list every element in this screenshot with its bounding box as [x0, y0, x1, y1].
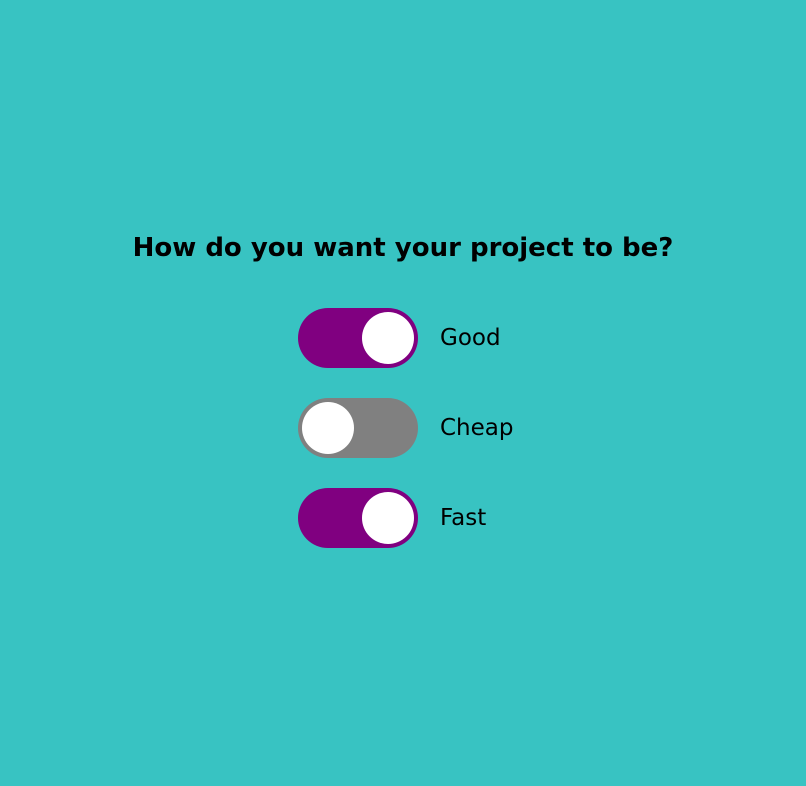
app-container: How do you want your project to be? Good… — [0, 0, 806, 786]
option-label-good: Good — [440, 325, 501, 351]
toggle-good[interactable] — [298, 308, 418, 368]
toggle-knob — [302, 402, 354, 454]
page-title: How do you want your project to be? — [132, 233, 674, 263]
toggle-fast[interactable] — [298, 488, 418, 548]
toggle-cheap[interactable] — [298, 398, 418, 458]
option-label-cheap: Cheap — [440, 415, 514, 441]
option-row-good: Good — [298, 308, 501, 368]
toggle-knob — [362, 492, 414, 544]
toggle-knob — [362, 312, 414, 364]
option-label-fast: Fast — [440, 505, 487, 531]
option-row-cheap: Cheap — [298, 398, 513, 458]
option-row-fast: Fast — [298, 488, 486, 548]
